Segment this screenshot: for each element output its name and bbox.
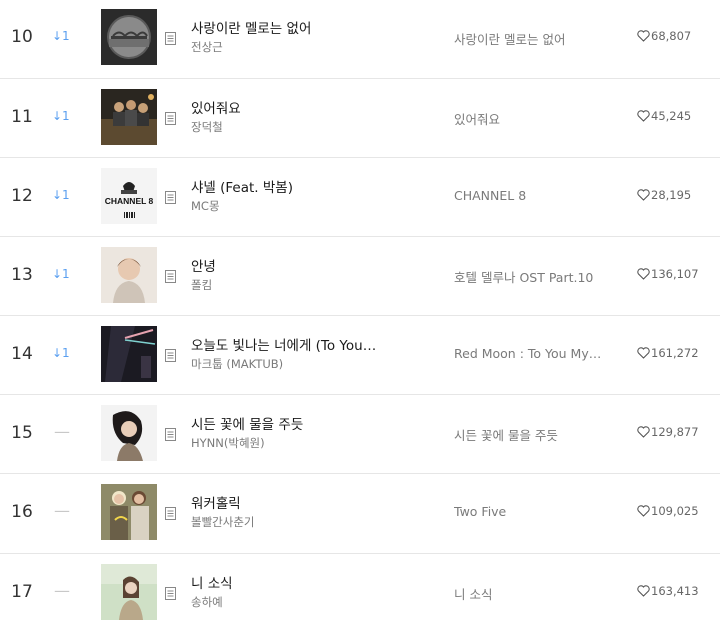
song-title[interactable]: 안녕 [191,255,386,275]
document-icon[interactable] [165,30,176,49]
like-button[interactable]: 68,807 [637,29,691,43]
chart-row[interactable]: 15 — 시든 꽃에 물을 주듯 HYNN(박혜원) 시든 꽃에 물을 주듯 1… [0,394,720,475]
document-icon[interactable] [165,347,176,366]
song-title[interactable]: 오늘도 빛나는 너에게 (To You… [191,334,386,354]
album-name[interactable]: 있어줘요 [454,109,614,128]
song-title[interactable]: 샤넬 (Feat. 박봄) [191,176,386,196]
like-button[interactable]: 28,195 [637,188,691,202]
rank-number: 14 [11,344,33,364]
heart-icon [637,426,650,438]
artist-name[interactable]: 폴킴 [191,277,212,293]
like-button[interactable]: 163,413 [637,584,699,598]
rank-number: 17 [11,582,33,602]
album-cover[interactable] [101,564,157,620]
rank-number: 12 [11,186,33,206]
album-name[interactable]: CHANNEL 8 [454,188,614,203]
heart-icon [637,347,650,359]
like-count: 136,107 [651,267,699,281]
like-count: 163,413 [651,584,699,598]
chart-row[interactable]: 10 ↓1 사랑이란 멜로는 없어 전상근 사랑이란 멜로는 없어 68,807 [0,0,720,79]
document-icon[interactable] [165,189,176,208]
rank-number: 15 [11,423,33,443]
document-icon[interactable] [165,505,176,524]
artist-name[interactable]: 장덕철 [191,119,223,135]
cover-text: CHANNEL 8 [105,196,154,206]
rank-number: 11 [11,107,33,127]
like-count: 68,807 [651,29,692,43]
song-title[interactable]: 사랑이란 멜로는 없어 [191,17,386,37]
like-count: 28,195 [651,188,692,202]
chart-row[interactable]: 14 ↓1 오늘도 빛나는 너에게 (To You… 마크툽 (MAKTUB) … [0,315,720,396]
heart-icon [637,268,650,280]
like-count: 45,245 [651,109,692,123]
artist-name[interactable]: 전상근 [191,39,223,55]
like-count: 129,877 [651,425,699,439]
artist-name[interactable]: HYNN(박혜원) [191,435,265,451]
album-name[interactable]: 시든 꽃에 물을 주듯 [454,425,614,444]
album-cover[interactable] [101,247,157,303]
chart-row[interactable]: 12 ↓1 CHANNEL 8 샤넬 (Feat. 박봄) MC몽 CHANNE… [0,157,720,238]
like-count: 161,272 [651,346,699,360]
rank-change-down: ↓1 [52,188,70,202]
heart-icon [637,505,650,517]
rank-change-down: ↓1 [52,29,70,43]
song-title[interactable]: 워커홀릭 [191,492,386,512]
like-button[interactable]: 136,107 [637,267,699,281]
rank-number: 10 [11,27,33,47]
album-cover[interactable] [101,484,157,540]
rank-number: 13 [11,265,33,285]
chart-list: 10 ↓1 사랑이란 멜로는 없어 전상근 사랑이란 멜로는 없어 68,807… [0,0,720,636]
rank-number: 16 [11,502,33,522]
rank-change-down: ↓1 [52,346,70,360]
chart-row[interactable]: 16 — 워커홀릭 볼빨간사춘기 Two Five 109,025 [0,473,720,554]
chart-row[interactable]: 13 ↓1 안녕 폴킴 호텔 델루나 OST Part.10 136,107 [0,236,720,317]
artist-name[interactable]: 마크툽 (MAKTUB) [191,356,283,372]
album-cover[interactable] [101,326,157,382]
album-cover[interactable] [101,89,157,145]
album-name[interactable]: 사랑이란 멜로는 없어 [454,29,614,48]
artist-name[interactable]: 송하예 [191,594,223,610]
document-icon[interactable] [165,585,176,604]
like-button[interactable]: 109,025 [637,504,699,518]
album-name[interactable]: Red Moon : To You My… [454,346,614,361]
artist-name[interactable]: 볼빨간사춘기 [191,514,254,530]
like-button[interactable]: 45,245 [637,109,691,123]
album-name[interactable]: 호텔 델루나 OST Part.10 [454,267,614,286]
like-button[interactable]: 129,877 [637,425,699,439]
album-name[interactable]: Two Five [454,504,614,519]
song-title[interactable]: 시든 꽃에 물을 주듯 [191,413,386,433]
like-count: 109,025 [651,504,699,518]
rank-change-none: — [54,581,70,600]
rank-change-down: ↓1 [52,267,70,281]
rank-change-none: — [54,422,70,441]
rank-change-down: ↓1 [52,109,70,123]
heart-icon [637,189,650,201]
album-name[interactable]: 니 소식 [454,584,614,603]
album-cover[interactable] [101,405,157,461]
chart-row[interactable]: 11 ↓1 있어줘요 장덕철 있어줘요 45,245 [0,78,720,159]
document-icon[interactable] [165,426,176,445]
document-icon[interactable] [165,268,176,287]
album-cover[interactable]: CHANNEL 8 [101,168,157,224]
rank-change-none: — [54,501,70,520]
chart-row[interactable]: 17 — 니 소식 송하예 니 소식 163,413 [0,553,720,634]
heart-icon [637,110,650,122]
heart-icon [637,30,650,42]
album-cover[interactable] [101,9,157,65]
heart-icon [637,585,650,597]
document-icon[interactable] [165,110,176,129]
song-title[interactable]: 니 소식 [191,572,386,592]
artist-name[interactable]: MC몽 [191,198,220,214]
song-title[interactable]: 있어줘요 [191,97,386,117]
like-button[interactable]: 161,272 [637,346,699,360]
